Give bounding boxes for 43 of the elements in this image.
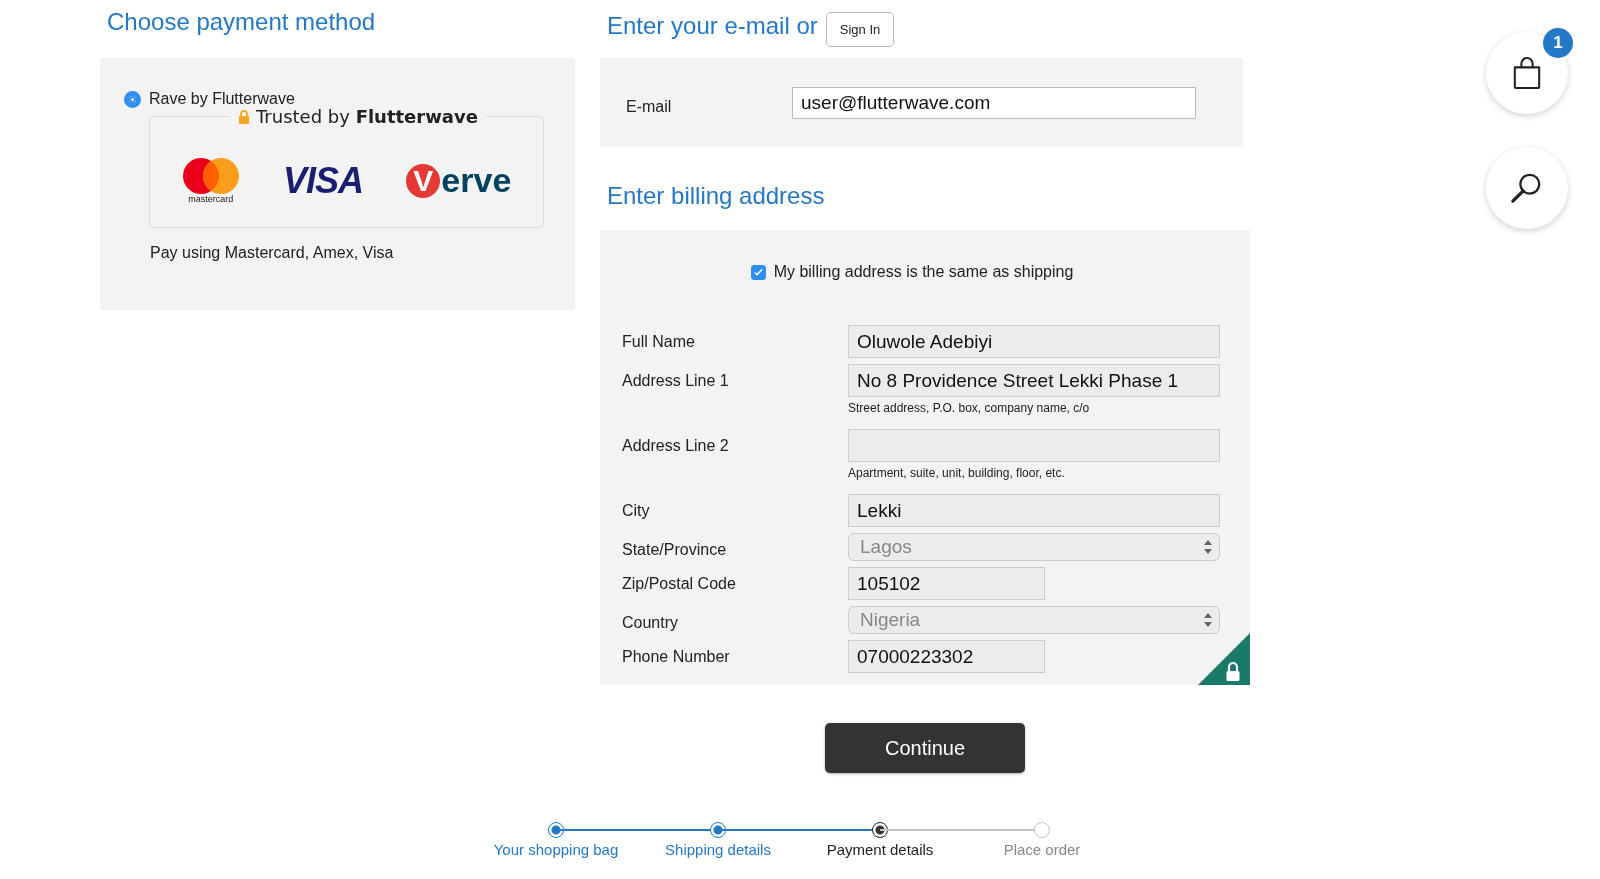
- section-heading: Enter your e-mail or: [607, 12, 818, 40]
- field-label: Address Line 2: [622, 436, 730, 455]
- radio-button[interactable]: [124, 90, 141, 108]
- field-label: Country: [622, 613, 680, 632]
- field-label: Zip/Postal Code: [622, 574, 737, 593]
- radio-label: Rave by Flutterwave: [149, 90, 295, 108]
- section-heading: Enter billing address: [606, 181, 826, 211]
- payment-description: Pay using Mastercard, Amex, Visa: [150, 244, 395, 262]
- field-label: Phone Number: [622, 647, 731, 666]
- text-field[interactable]: 07000223302: [848, 640, 1045, 673]
- step-label[interactable]: Your shopping bag: [493, 841, 619, 858]
- shopping-bag-icon: [1512, 56, 1542, 90]
- sign-in-button[interactable]: Sign In: [825, 11, 895, 47]
- field-label: City: [622, 501, 651, 520]
- section-heading: Choose payment method: [106, 7, 377, 37]
- up-down-arrows-icon: [1203, 539, 1213, 555]
- text-field[interactable]: Oluwole Adebiyi: [848, 325, 1220, 358]
- step-label[interactable]: Payment details: [826, 841, 934, 858]
- field-hint: Apartment, suite, unit, building, floor, etc.: [848, 465, 1066, 482]
- step-label[interactable]: Place order: [1003, 841, 1081, 858]
- text-field[interactable]: Lekki: [848, 494, 1220, 527]
- text-field[interactable]: 105102: [848, 567, 1045, 600]
- field-label: Full Name: [622, 332, 696, 351]
- checkbox[interactable]: [750, 264, 766, 280]
- step-label[interactable]: Shipping details: [665, 841, 771, 858]
- search-button[interactable]: [1486, 147, 1568, 229]
- continue-button[interactable]: Continue: [825, 723, 1025, 773]
- field-hint: Street address, P.O. box, company name, c/o: [848, 400, 1091, 417]
- mastercard-logo: mastercard: [181, 157, 240, 204]
- field-label: State/Province: [622, 540, 728, 559]
- trust-text: Trusted by Flutterwave: [256, 106, 478, 127]
- shopping-bag-button[interactable]: [1486, 32, 1568, 114]
- cart-count-badge: 1: [1543, 28, 1573, 58]
- email-field[interactable]: user@flutterwave.com: [792, 86, 1196, 119]
- up-down-arrows-icon: [1203, 612, 1213, 628]
- field-label: Address Line 1: [622, 371, 730, 390]
- visa-logo: VISA: [283, 159, 363, 202]
- verve-logo: V erve: [406, 161, 512, 200]
- text-field[interactable]: No 8 Providence Street Lekki Phase 1: [848, 364, 1220, 397]
- field-label: E-mail: [626, 96, 673, 116]
- text-field[interactable]: [848, 429, 1220, 462]
- lock-icon: [238, 109, 250, 124]
- checkbox-label: My billing address is the same as shipping: [773, 263, 1074, 281]
